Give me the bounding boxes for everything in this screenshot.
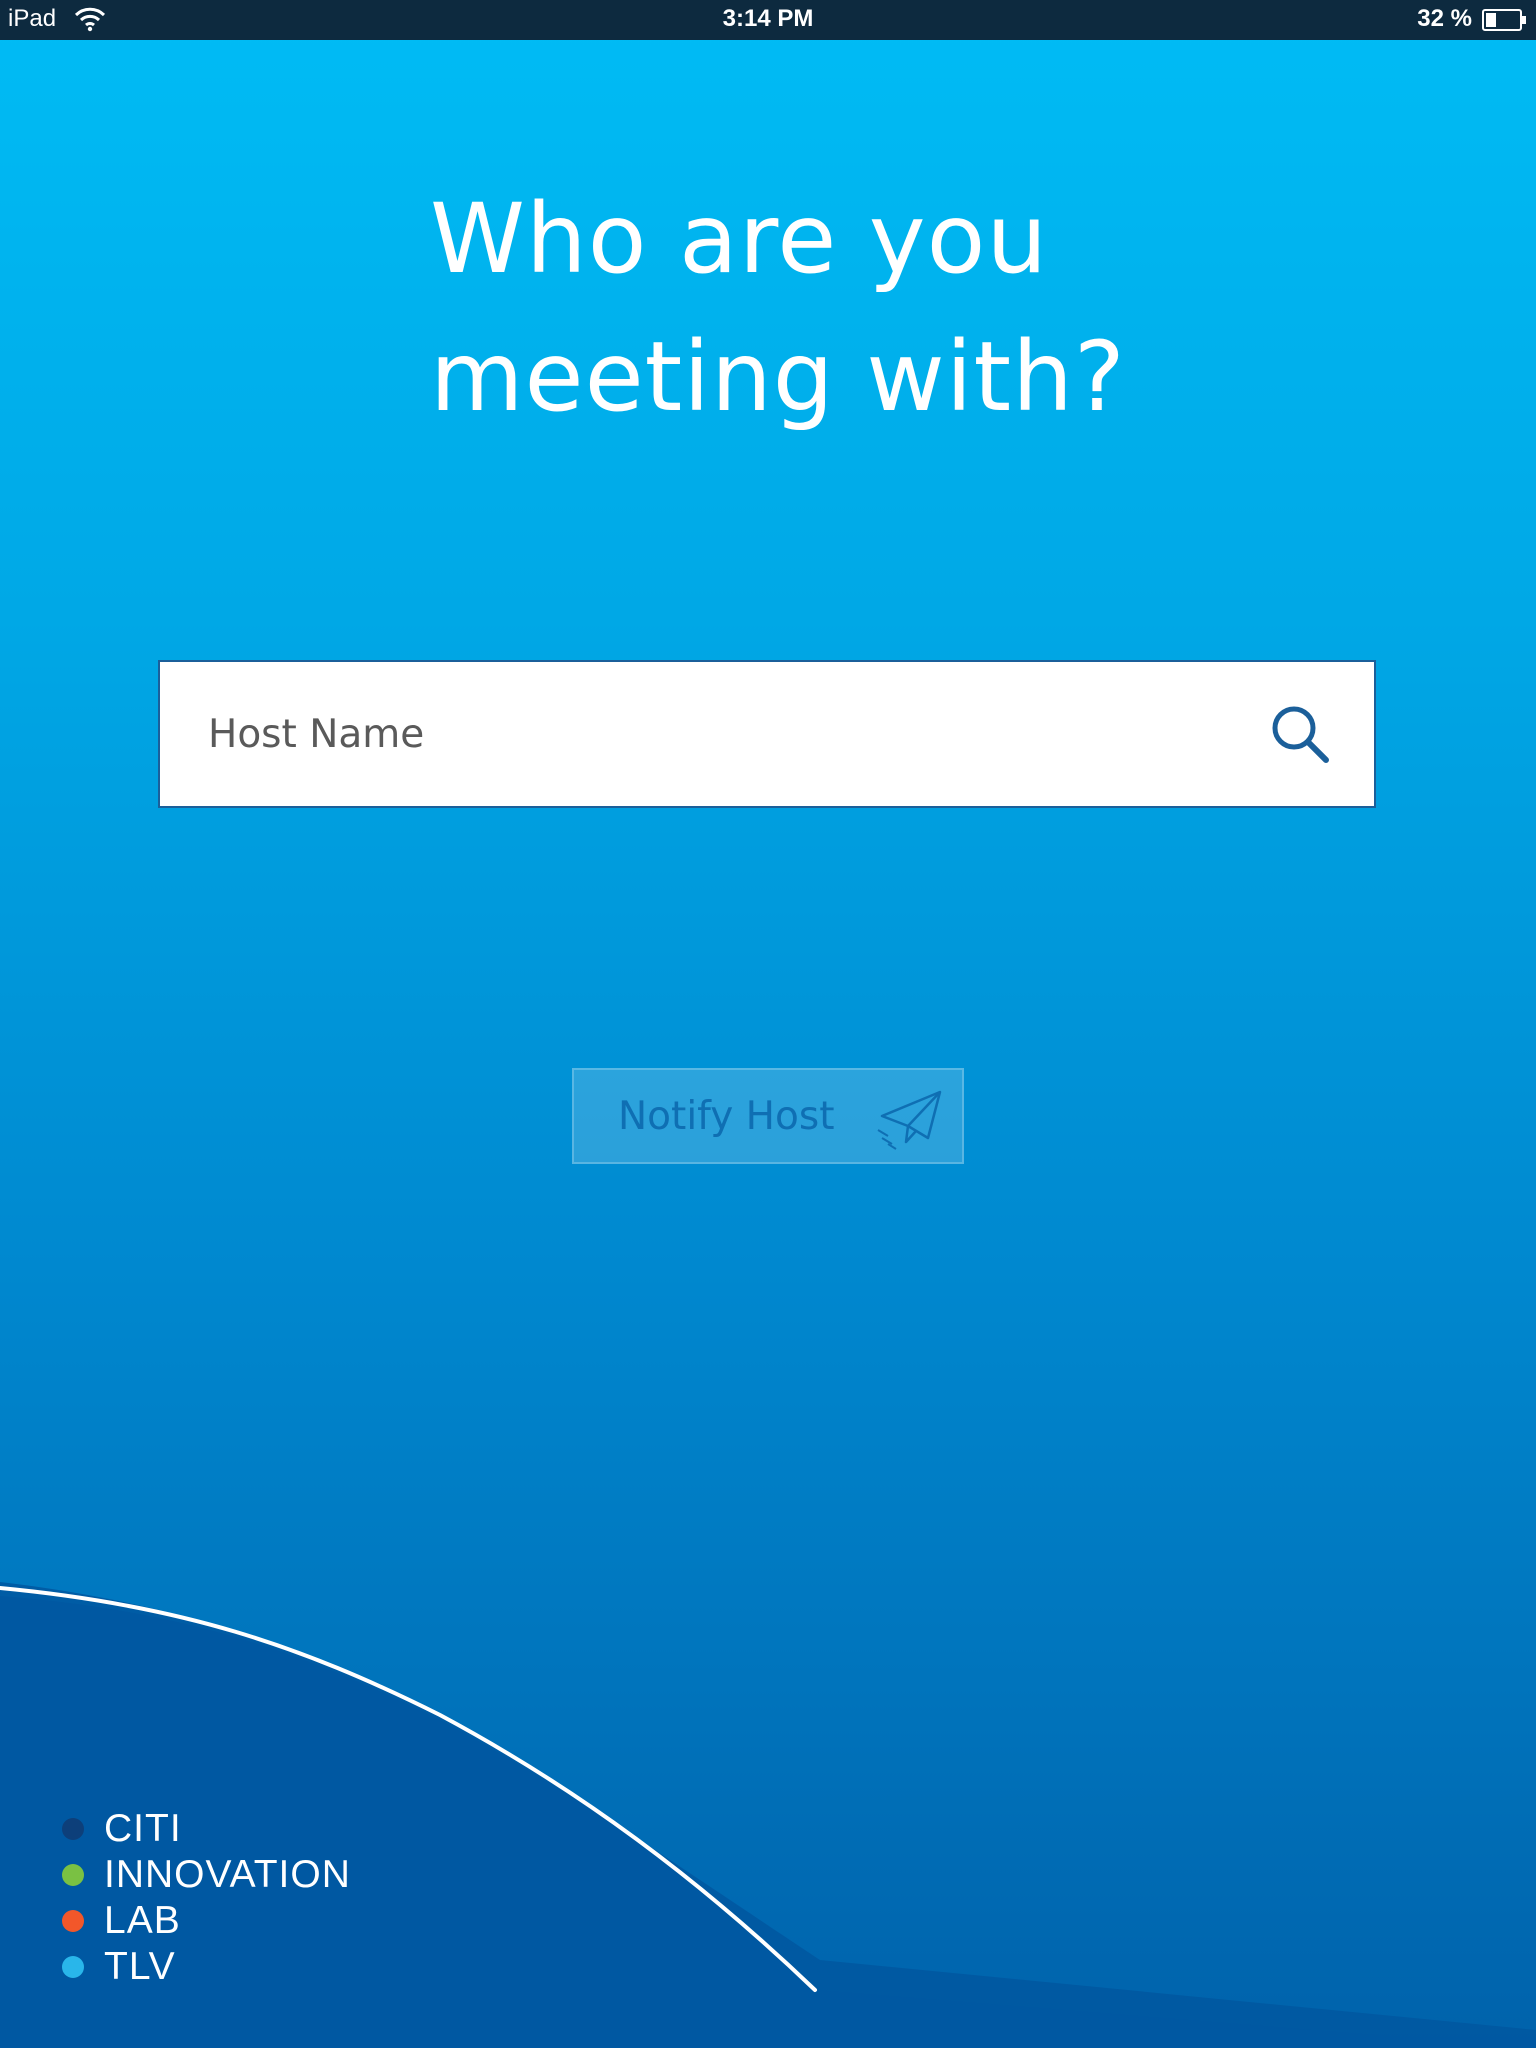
logo-text: CITI [104, 1807, 182, 1850]
logo-text: TLV [104, 1945, 176, 1988]
notify-host-button[interactable]: Notify Host [572, 1068, 964, 1164]
logo-text: INNOVATION [104, 1853, 351, 1896]
status-bar: iPad 3:14 PM 32 % [0, 0, 1536, 40]
host-name-input[interactable] [208, 662, 1208, 806]
page-title-line-1: Who are you [430, 183, 1049, 295]
battery-percentage: 32 % [1417, 5, 1472, 32]
paper-plane-icon [877, 1090, 942, 1150]
battery-icon [1482, 9, 1526, 31]
logo-line-citi: CITI [62, 1806, 351, 1852]
check-in-screen: iPad 3:14 PM 32 % Who are you meeting wi… [0, 0, 1536, 2048]
logo-text: LAB [104, 1899, 181, 1942]
logo-dot [62, 1910, 84, 1932]
logo-line-innovation: INNOVATION [62, 1852, 351, 1898]
logo-dot [62, 1956, 84, 1978]
logo-dot [62, 1818, 84, 1840]
page-title-line-2: meeting with? [430, 321, 1126, 433]
citi-innovation-lab-logo: CITI INNOVATION LAB TLV [62, 1806, 351, 1990]
page-title: Who are you meeting with? [430, 170, 1190, 446]
logo-dot [62, 1864, 84, 1886]
status-time: 3:14 PM [722, 5, 814, 32]
logo-line-tlv: TLV [62, 1944, 351, 1990]
notify-host-label: Notify Host [618, 1094, 835, 1139]
host-search-box[interactable] [158, 660, 1376, 808]
search-icon[interactable] [1266, 700, 1336, 770]
logo-line-lab: LAB [62, 1898, 351, 1944]
